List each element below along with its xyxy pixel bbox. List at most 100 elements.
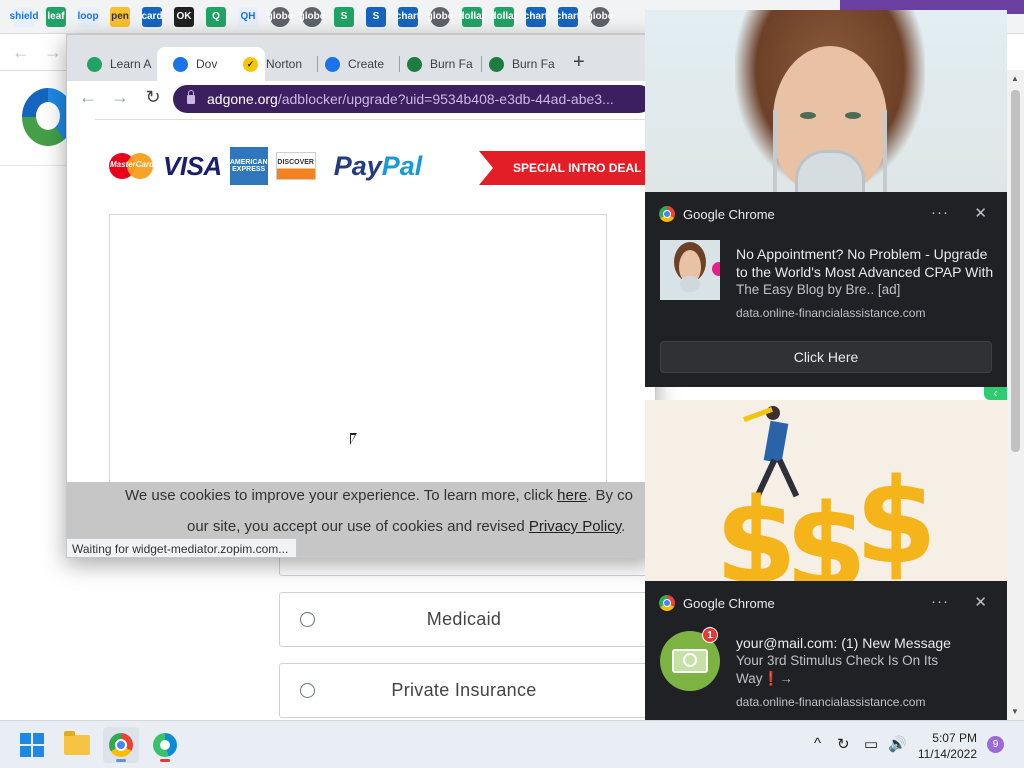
payment-form-frame[interactable] xyxy=(109,214,607,504)
chrome-icon xyxy=(659,206,675,222)
checkmark-icon: ✓ xyxy=(243,56,258,72)
address-bar[interactable]: adgone.org/adblocker/upgrade?uid=9534b40… xyxy=(173,85,653,113)
unread-badge: 1 xyxy=(702,627,718,643)
page-scrollbar[interactable]: ▲ ▼ xyxy=(1007,70,1024,720)
bookmark-chart-icon[interactable]: chart xyxy=(556,6,580,27)
volume-icon[interactable]: 🔊 xyxy=(888,735,907,753)
notification-hero-image-money[interactable]: $ $ $ xyxy=(645,400,1007,581)
status-bar: Waiting for widget-mediator.zopim.com... xyxy=(67,538,298,557)
edge-taskbar-button[interactable] xyxy=(147,727,183,763)
attention-indicator xyxy=(160,759,170,762)
bookmark-globe-icon[interactable]: globe xyxy=(267,6,293,27)
show-hidden-icons[interactable]: ^ xyxy=(814,735,821,752)
payment-methods: MasterCard VISA AMERICAN EXPRESS DISCOVE… xyxy=(109,147,422,185)
bookmark-s-icon[interactable]: S xyxy=(366,6,386,27)
option-private-insurance[interactable]: Private Insurance xyxy=(279,663,659,718)
visa-logo: VISA xyxy=(163,150,222,181)
sync-icon[interactable]: ↻ xyxy=(837,735,850,753)
bookmark-q-icon[interactable]: Q xyxy=(206,6,226,27)
bookmark-loop-icon[interactable]: loop xyxy=(77,6,99,27)
more-options-icon[interactable]: ··· xyxy=(931,204,949,221)
cookie-text: We use cookies to improve your experienc… xyxy=(125,487,558,504)
notification-cpap[interactable]: Google Chrome ··· ✕ No Appointment? No P… xyxy=(645,192,1007,387)
option-card xyxy=(279,558,659,576)
url-host: adgone.org xyxy=(207,91,278,107)
amex-logo: AMERICAN EXPRESS xyxy=(229,147,268,185)
bookmark-qh-icon[interactable]: QH xyxy=(238,6,258,27)
divider xyxy=(95,119,655,120)
network-icon[interactable]: ▭ xyxy=(864,735,878,753)
bookmark-card-icon[interactable]: card xyxy=(141,6,163,27)
radio-button[interactable] xyxy=(300,683,315,698)
click-here-button[interactable]: Click Here xyxy=(660,341,992,373)
bookmark-chart-icon[interactable]: chart xyxy=(396,6,420,27)
bookmark-globe-icon[interactable]: globe xyxy=(299,6,325,27)
option-medicaid[interactable]: Medicaid xyxy=(279,592,659,647)
bookmark-globe-icon[interactable]: globe xyxy=(427,6,453,27)
forward-arrow-icon[interactable]: → xyxy=(44,42,62,63)
notification-title: No Appointment? No Problem - Upgrade to … xyxy=(736,246,994,280)
scroll-down-icon[interactable]: ▼ xyxy=(1011,707,1019,716)
system-clock[interactable]: 5:07 PM 11/14/2022 xyxy=(917,730,977,762)
cookie-line-1: We use cookies to improve your experienc… xyxy=(125,487,633,504)
mastercard-text: MasterCard xyxy=(109,160,154,169)
reload-button[interactable]: ↻ xyxy=(141,87,165,108)
notification-header: Google Chrome xyxy=(659,206,775,222)
bookmark-ok-icon[interactable]: OK xyxy=(174,6,194,27)
bookmark-globe-icon[interactable]: globe xyxy=(587,6,613,27)
taskbar: ^ ↻ ▭ 🔊 5:07 PM 11/14/2022 9 xyxy=(0,720,1024,768)
bookmark-shield-icon[interactable]: shield xyxy=(10,6,38,27)
browser-toolbar: ← → ↻ adgone.org/adblocker/upgrade?uid=9… xyxy=(67,81,655,117)
chrome-taskbar-button[interactable] xyxy=(103,727,139,763)
chrome-icon xyxy=(659,595,675,611)
close-notification-icon[interactable]: ✕ xyxy=(974,204,987,222)
notification-hero-image-cpap[interactable] xyxy=(645,10,1007,192)
mouse-cursor-icon xyxy=(350,433,357,445)
new-tab-button[interactable]: + xyxy=(573,51,585,74)
bookmark-dollar-icon[interactable]: dollar xyxy=(458,6,486,27)
collapse-arrow-icon[interactable]: ‹ xyxy=(984,387,1007,400)
radio-button[interactable] xyxy=(300,612,315,627)
notification-thumbnail xyxy=(660,240,720,300)
shield-icon xyxy=(325,56,340,72)
notification-text: No Appointment? No Problem - Upgrade to … xyxy=(736,245,998,320)
tab-create[interactable]: Create xyxy=(309,47,395,81)
scroll-up-icon[interactable]: ▲ xyxy=(1011,74,1019,83)
start-button[interactable] xyxy=(20,733,44,757)
notification-count-badge[interactable]: 9 xyxy=(987,736,1004,753)
close-notification-icon[interactable]: ✕ xyxy=(974,593,987,611)
bookmark-chart-icon[interactable]: chart xyxy=(524,6,548,27)
tab-label: Burn Fa xyxy=(512,57,555,71)
privacy-policy-link[interactable]: Privacy Policy xyxy=(529,518,621,535)
edge-icon xyxy=(153,733,177,757)
forward-button[interactable]: → xyxy=(108,87,132,108)
discover-logo: DISCOVER xyxy=(275,152,316,180)
bookmark-pen-icon[interactable]: pen xyxy=(110,6,130,27)
tab-label: Burn Fa xyxy=(430,57,473,71)
folder-icon xyxy=(64,731,90,755)
tab-label: Learn A xyxy=(110,57,152,71)
cookie-here-link[interactable]: here xyxy=(557,487,587,504)
tab-burn-fat-1[interactable]: Burn Fa xyxy=(391,47,477,81)
special-deal-banner: SPECIAL INTRO DEAL S xyxy=(479,151,655,185)
bookmark-dollar-icon[interactable]: dollar xyxy=(490,6,518,27)
notification-source: data.online-financialassistance.com xyxy=(736,306,926,320)
tab-norton[interactable]: ✓ Norton xyxy=(227,47,313,81)
tab-favicon-icon xyxy=(87,56,102,72)
tab-learn[interactable]: Learn A xyxy=(71,47,157,81)
tab-strip: Learn A Dov ✕ ✓ Norton Create Burn Fa Bu… xyxy=(67,35,655,81)
notification-stimulus[interactable]: Google Chrome ··· ✕ 1 your@mail.com: (1)… xyxy=(645,581,1007,720)
notification-header: Google Chrome xyxy=(659,595,775,611)
file-explorer-button[interactable] xyxy=(59,727,95,763)
bookmark-leaf-icon[interactable]: leaf xyxy=(46,6,66,27)
tab-burn-fat-2[interactable]: Burn Fa xyxy=(473,47,559,81)
more-options-icon[interactable]: ··· xyxy=(931,593,949,610)
back-button[interactable]: ← xyxy=(76,87,100,108)
scrollbar-thumb[interactable] xyxy=(1011,90,1020,452)
tab-label: Dov xyxy=(196,57,218,71)
bookmark-s-icon[interactable]: S xyxy=(334,6,354,27)
back-arrow-icon[interactable]: ← xyxy=(12,42,30,63)
lock-icon[interactable] xyxy=(187,89,195,104)
notification-text: your@mail.com: (1) New Message Your 3rd … xyxy=(736,634,998,709)
mastercard-logo: MasterCard xyxy=(109,151,155,181)
